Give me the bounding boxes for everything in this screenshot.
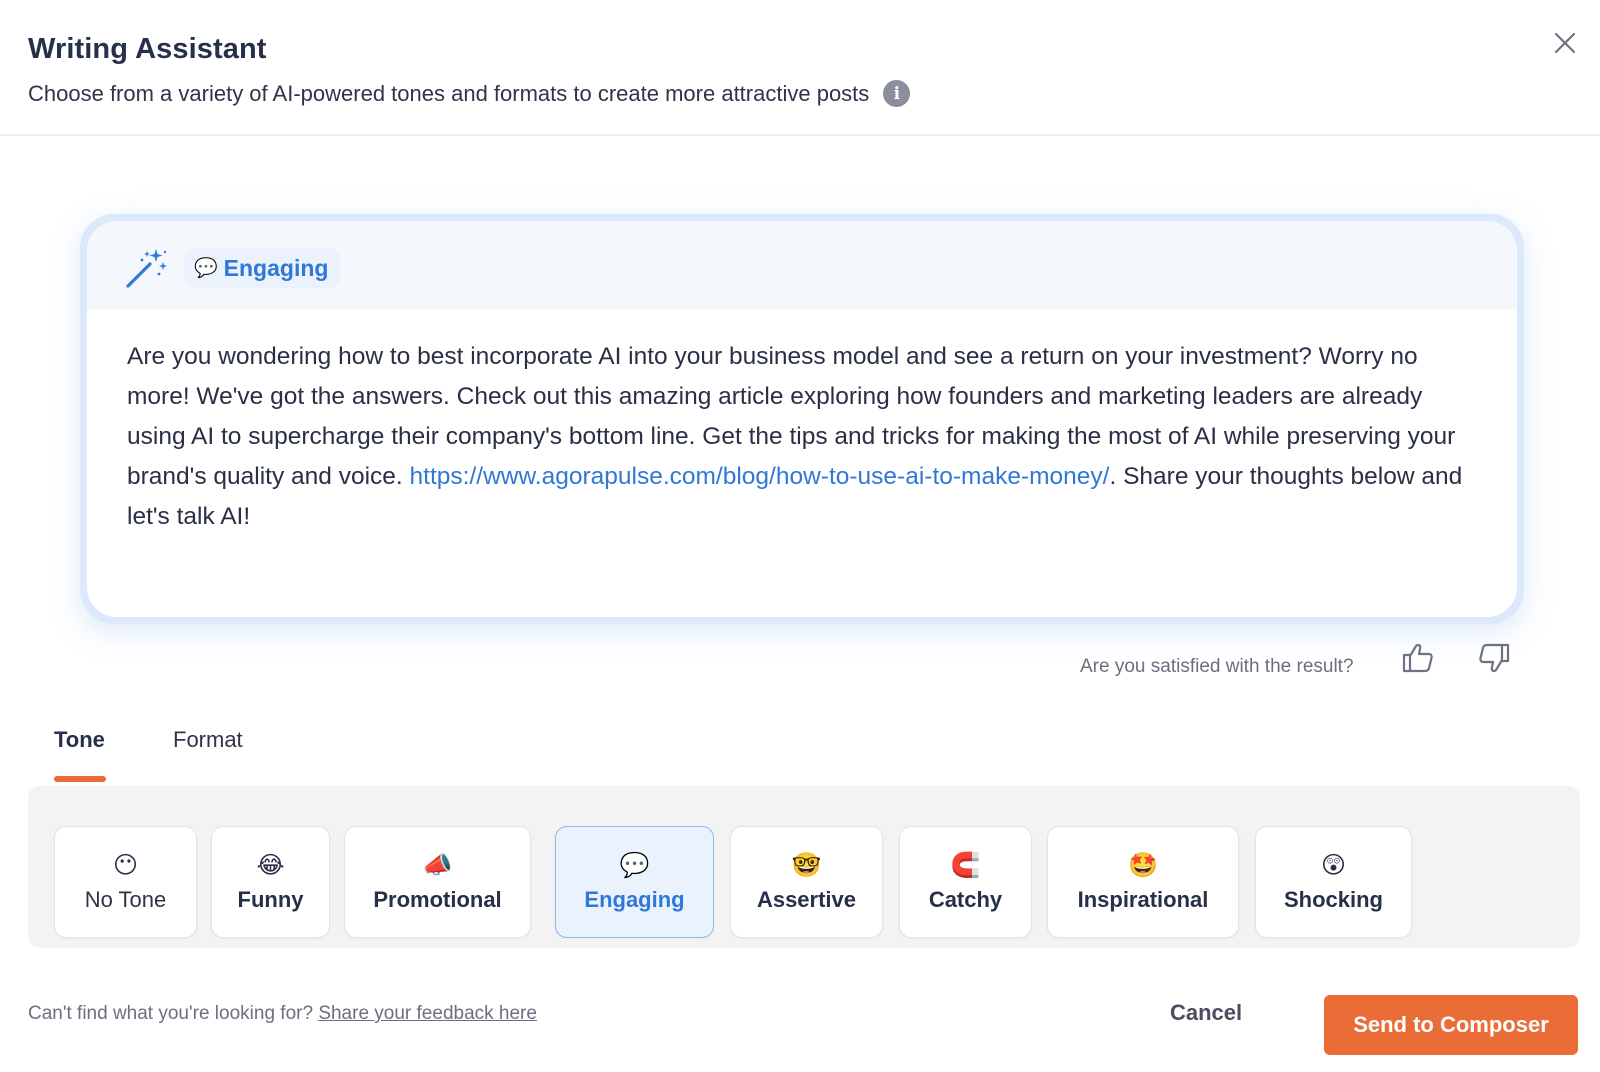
generated-text: Are you wondering how to best incorporat… (87, 309, 1517, 537)
megaphone-icon: 📣 (422, 852, 453, 879)
tone-option-label: Inspirational (1077, 887, 1209, 912)
tone-option-no-tone[interactable]: 😶 No Tone (54, 826, 197, 938)
speech-bubble-icon: 💬 (194, 258, 218, 279)
tone-option-label: Assertive (756, 887, 857, 912)
tone-option-catchy[interactable]: 🧲 Catchy (899, 826, 1032, 938)
tone-option-label: Funny (237, 887, 304, 912)
cancel-button[interactable]: Cancel (1170, 990, 1242, 1036)
feedback-prompt-text: Can't find what you're looking for? (28, 1003, 314, 1024)
tone-option-label: Catchy (928, 887, 1003, 912)
tone-option-engaging[interactable]: 💬 Engaging (555, 826, 714, 938)
speech-bubble-icon: 💬 (619, 852, 650, 879)
thumbs-down-icon[interactable] (1476, 640, 1512, 676)
tone-option-label: Engaging (584, 887, 685, 912)
share-feedback-link[interactable]: Share your feedback here (318, 1003, 537, 1024)
tone-option-label: Promotional (373, 887, 502, 912)
tone-option-funny[interactable]: 😂 Funny (211, 826, 330, 938)
star-struck-icon: 🤩 (1128, 852, 1158, 879)
subtitle-text: Choose from a variety of AI-powered tone… (28, 80, 870, 106)
tone-option-label: Shocking (1283, 887, 1383, 912)
magic-wand-icon (126, 249, 167, 288)
close-icon[interactable] (1550, 28, 1580, 58)
astonished-face-icon: 😲 (1320, 852, 1347, 879)
selected-tone-label: Engaging (223, 254, 329, 281)
satisfaction-question: Are you satisfied with the result? (1080, 656, 1354, 677)
send-to-composer-button[interactable]: Send to Composer (1324, 995, 1578, 1055)
active-tab-indicator (54, 776, 106, 782)
tone-option-label: No Tone (84, 887, 167, 912)
thumbs-up-icon[interactable] (1400, 640, 1436, 676)
tone-option-inspirational[interactable]: 🤩 Inspirational (1047, 826, 1239, 938)
laughing-face-icon: 😂 (256, 852, 285, 879)
nerd-face-icon: 🤓 (791, 852, 822, 879)
tab-format[interactable]: Format (173, 727, 243, 753)
tone-option-shocking[interactable]: 😲 Shocking (1255, 826, 1412, 938)
info-icon[interactable]: i (883, 80, 911, 107)
selected-tone-chip: 💬 Engaging (184, 248, 341, 288)
tone-option-assertive[interactable]: 🤓 Assertive (730, 826, 883, 938)
dialog-header: Writing Assistant Choose from a variety … (0, 0, 1600, 136)
tone-option-promotional[interactable]: 📣 Promotional (344, 826, 531, 938)
result-card: 💬 Engaging Are you wondering how to best… (87, 221, 1517, 617)
tab-tone[interactable]: Tone (54, 727, 105, 753)
result-card-header: 💬 Engaging (87, 221, 1517, 309)
article-link[interactable]: https://www.agorapulse.com/blog/how-to-u… (410, 463, 1110, 490)
feedback-prompt: Can't find what you're looking for? Shar… (28, 1003, 537, 1025)
magnet-icon: 🧲 (950, 852, 981, 879)
dialog-subtitle: Choose from a variety of AI-powered tone… (28, 80, 911, 107)
neutral-face-icon: 😶 (112, 852, 139, 879)
dialog-title: Writing Assistant (28, 33, 267, 65)
